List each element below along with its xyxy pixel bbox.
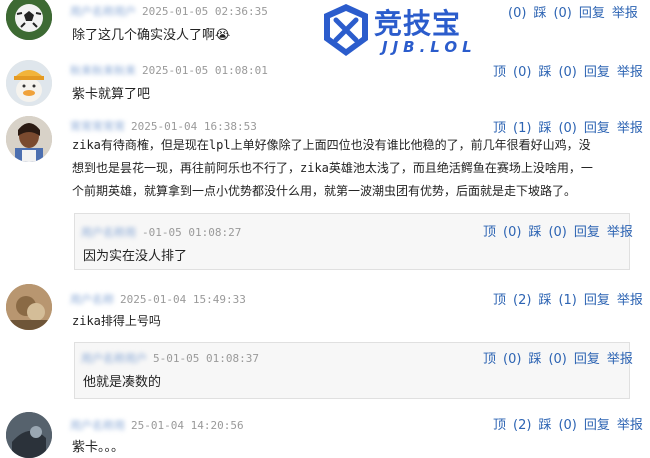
report-button[interactable]: 举报 <box>617 293 643 308</box>
upvote-button[interactable]: 顶 (2) <box>493 418 531 433</box>
username[interactable]: 秋来秋来秋来 <box>70 64 136 77</box>
downvote-label: 踩 <box>538 418 552 433</box>
logo-mark-icon <box>324 4 368 56</box>
downvote-count: (0) <box>558 418 577 433</box>
upvote-button[interactable]: 顶 (0) <box>483 352 521 367</box>
username[interactable]: 用户名称 <box>70 293 114 306</box>
upvote-label: 顶 <box>493 65 507 80</box>
avatar[interactable] <box>6 60 52 106</box>
reply-item: 用户名称用户 5-01-05 01:08:37 顶 (0) 踩 (0) 回复 举报 他就是凑… <box>74 342 633 399</box>
reply-button[interactable]: 回复 <box>574 225 600 240</box>
reply-button[interactable]: 回复 <box>574 352 600 367</box>
comment-actions: 顶(0)踩(0)回复举报 <box>488 2 638 21</box>
upvote-button[interactable]: 顶 (0) <box>493 65 531 80</box>
comment-text-line: zika有待商榷，但是现在lpl上单好像除了上面四位也没有谁比他稳的了，前几年很… <box>72 138 591 152</box>
brand-logo: 竞技宝 JJB.LOL <box>318 0 506 60</box>
upvote-count: (0) <box>503 225 522 240</box>
downvote-button[interactable]: 踩 (0) <box>528 225 566 240</box>
comment-actions: 顶 (2) 踩 (0) 回复 举报 <box>493 414 643 433</box>
comment-text-line: 个前期英雄，就算拿到一点小优势都没什么用，就第一波潮虫团有优势，后面就是走下坡路… <box>72 184 577 198</box>
upvote-count: (0) <box>513 65 532 80</box>
comment-meta: 用户名称用户 2025-01-05 02:36:35 <box>70 3 268 19</box>
downvote-button[interactable]: 踩 (0) <box>538 65 576 80</box>
upvote-button[interactable]: 顶 (2) <box>493 293 531 308</box>
username[interactable]: 用户名称用 <box>81 226 136 239</box>
downvote-count: (0) <box>553 6 572 21</box>
reply-item: 用户名称用 -01-05 01:08:27 顶 (0) 踩 (0) 回复 举报 因为实在没人… <box>74 213 633 270</box>
comment-text: 紫卡。。。 <box>72 440 125 455</box>
comment-text: 他就是凑数的 <box>83 375 162 390</box>
upvote-button[interactable]: 顶 (0) <box>483 225 521 240</box>
comment-actions: 顶 (2) 踩 (1) 回复 举报 <box>493 289 643 308</box>
downvote-count: (0) <box>548 225 567 240</box>
upvote-count: (2) <box>513 293 532 308</box>
comment-text-line: 想到也是昙花一现，再往前阿乐也不行了，zika英雄池太浅了，而且绝活鳄鱼在赛场上… <box>72 161 593 175</box>
username[interactable]: 宵宵宵宵宵 <box>70 120 125 133</box>
upvote-label: 顶 <box>493 293 507 308</box>
upvote-label: 顶 <box>493 418 507 433</box>
report-button[interactable]: 举报 <box>607 225 633 240</box>
username[interactable]: 用户名称用户 <box>70 5 136 18</box>
downvote-count: (0) <box>548 352 567 367</box>
reply-button[interactable]: 回复 <box>584 418 610 433</box>
reply-button[interactable]: 回复 <box>579 6 605 21</box>
downvote-label: 踩 <box>538 65 552 80</box>
comment-text: 紫卡就算了吧 <box>72 87 151 102</box>
report-button[interactable]: 举报 <box>617 65 643 80</box>
comment-time: 5-01-05 01:08:37 <box>153 352 259 365</box>
downvote-button[interactable]: 踩 (0) <box>528 352 566 367</box>
comment-text: zika有待商榷，但是现在lpl上单好像除了上面四位也没有谁比他稳的了，前几年很… <box>72 134 632 203</box>
logo-text-cn: 竞技宝 <box>374 7 462 40</box>
comment-time: 2025-01-05 01:08:01 <box>142 64 268 77</box>
downvote-label: 踩 <box>533 6 547 21</box>
comment-time: -01-05 01:08:27 <box>142 226 242 239</box>
downvote-button[interactable]: 踩 (1) <box>538 293 576 308</box>
comment-meta: 秋来秋来秋来 2025-01-05 01:08:01 <box>70 62 268 78</box>
username[interactable]: 用户名称用户 <box>81 352 147 365</box>
reply-button[interactable]: 回复 <box>584 65 610 80</box>
comment-time: 2025-01-05 02:36:35 <box>142 5 268 18</box>
avatar[interactable] <box>6 116 52 162</box>
comment-meta: 宵宵宵宵宵 2025-01-04 16:38:53 <box>70 118 257 134</box>
upvote-label: 顶 <box>483 352 497 367</box>
comment-time: 2025-01-04 15:49:33 <box>120 293 246 306</box>
comment-meta: 用户名称用户 5-01-05 01:08:37 <box>81 350 259 366</box>
comment-actions: 顶 (0) 踩 (0) 回复举报 <box>483 348 633 367</box>
logo-text-en: JJB.LOL <box>382 38 477 56</box>
comment-meta: 用户名称 2025-01-04 15:49:33 <box>70 291 246 307</box>
comment-text: 除了这几个确实没人了啊😭 <box>72 28 231 43</box>
downvote-count: (1) <box>558 293 577 308</box>
comment-text: 因为实在没人排了 <box>83 249 188 264</box>
downvote-button[interactable]: 踩 (0) <box>538 418 576 433</box>
upvote-count: (2) <box>513 418 532 433</box>
downvote-button[interactable]: 踩 (0) <box>533 6 571 21</box>
report-button[interactable]: 举报 <box>607 352 633 367</box>
comment-meta: 用户名称用 -01-05 01:08:27 <box>81 224 241 240</box>
comment-time: 25-01-04 14:20:56 <box>131 419 244 432</box>
comment-time: 2025-01-04 16:38:53 <box>131 120 257 133</box>
report-button[interactable]: 举报 <box>617 418 643 433</box>
reply-button[interactable]: 回复 <box>584 293 610 308</box>
upvote-count: (0) <box>503 352 522 367</box>
downvote-label: 踩 <box>538 293 552 308</box>
avatar[interactable] <box>6 0 52 40</box>
report-button[interactable]: 举报 <box>612 6 638 21</box>
avatar[interactable] <box>6 284 52 330</box>
downvote-count: (0) <box>558 65 577 80</box>
comment-text: zika排得上号吗 <box>72 314 161 328</box>
upvote-label: 顶 <box>483 225 497 240</box>
upvote-count: (0) <box>508 6 527 21</box>
downvote-label: 踩 <box>528 352 542 367</box>
username[interactable]: 用户名称用 <box>70 419 125 432</box>
downvote-label: 踩 <box>528 225 542 240</box>
comment-meta: 用户名称用 25-01-04 14:20:56 <box>70 417 244 433</box>
comment-actions: 顶 (0) 踩 (0) 回复举报 <box>483 221 633 240</box>
avatar[interactable] <box>6 412 52 458</box>
comment-actions: 顶 (0) 踩 (0) 回复举报 <box>493 61 643 80</box>
